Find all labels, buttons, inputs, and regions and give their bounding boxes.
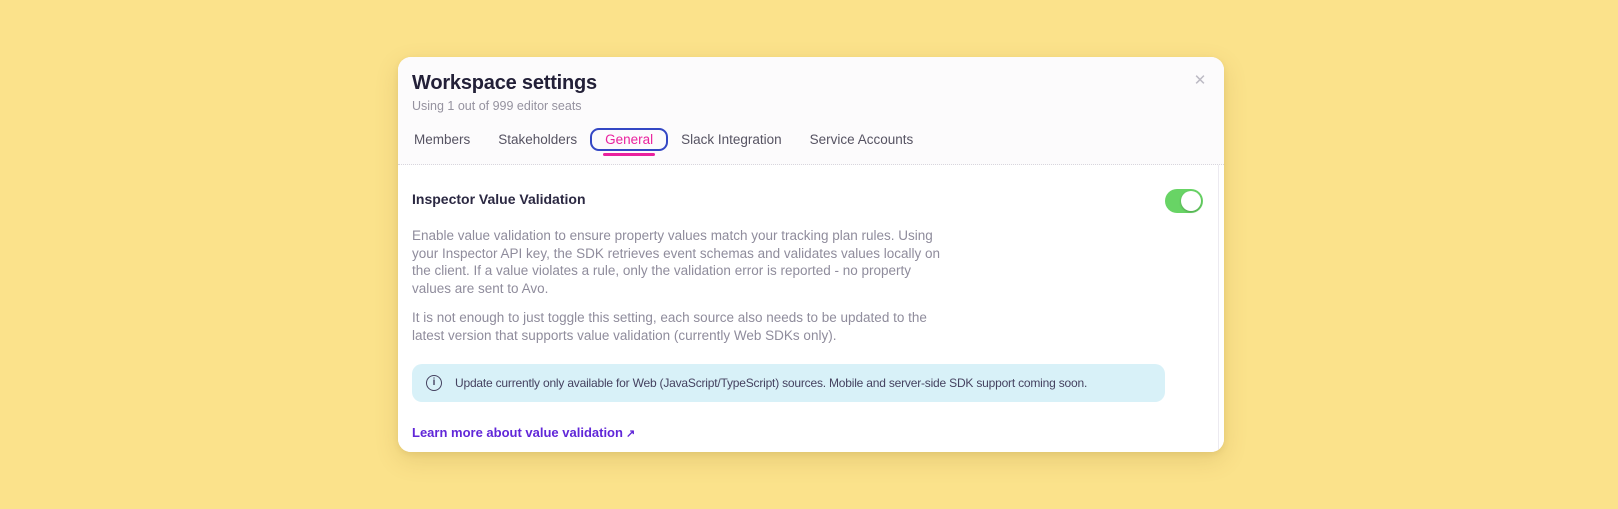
tab-general[interactable]: General <box>590 128 669 156</box>
modal-header: Workspace settings Using 1 out of 999 ed… <box>398 57 1224 165</box>
general-settings-panel: Inspector Value Validation Enable value … <box>398 165 1224 452</box>
tab-members[interactable]: Members <box>414 129 470 150</box>
tab-slack-integration[interactable]: Slack Integration <box>681 129 782 150</box>
info-icon: i <box>426 375 442 391</box>
setting-row: Inspector Value Validation <box>412 189 1210 213</box>
validation-description: Enable value validation to ensure proper… <box>412 228 941 296</box>
seats-usage-subtitle: Using 1 out of 999 editor seats <box>412 99 582 113</box>
info-icon-glyph: i <box>432 377 436 388</box>
learn-more-link[interactable]: Learn more about value validation ↗ <box>412 425 635 440</box>
info-banner-text: Update currently only available for Web … <box>455 376 1088 390</box>
inspector-validation-toggle[interactable] <box>1165 189 1203 213</box>
page-title: Workspace settings <box>412 72 597 94</box>
tab-bar: Members Stakeholders General Slack Integ… <box>412 128 1210 164</box>
page-background: { "colors": { "page_background_yellow": … <box>0 0 1618 509</box>
toggle-knob <box>1181 191 1201 211</box>
tab-stakeholders[interactable]: Stakeholders <box>498 129 577 150</box>
close-button[interactable]: ✕ <box>1189 70 1211 92</box>
close-icon: ✕ <box>1193 72 1207 89</box>
workspace-settings-modal: Workspace settings Using 1 out of 999 ed… <box>398 57 1224 452</box>
inspector-value-validation-heading: Inspector Value Validation <box>412 191 586 207</box>
external-link-icon: ↗ <box>625 428 636 440</box>
info-banner: i Update currently only available for We… <box>412 364 1165 402</box>
validation-update-note: It is not enough to just toggle this set… <box>412 310 927 343</box>
tab-service-accounts[interactable]: Service Accounts <box>810 129 914 150</box>
scrollbar-track[interactable] <box>1218 165 1219 452</box>
learn-more-label: Learn more about value validation <box>412 425 623 440</box>
